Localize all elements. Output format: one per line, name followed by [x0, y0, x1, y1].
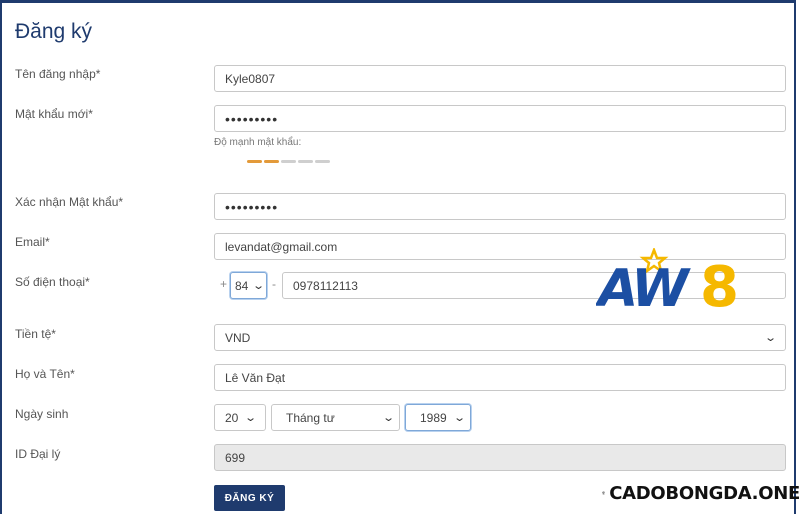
email-label: Email* [15, 235, 50, 249]
confirm-password-input[interactable]: ••••••••• [214, 193, 786, 220]
password-value: ••••••••• [225, 110, 279, 127]
aw8-logo-aw: AW [596, 259, 691, 314]
chevron-down-icon: ⌄ [243, 412, 257, 424]
phone-separator: - [272, 277, 276, 291]
password-strength-label: Độ mạnh mật khẩu: [214, 137, 302, 148]
password-label: Mật khẩu mới* [15, 107, 93, 121]
birth-day-value: 20 [225, 410, 239, 425]
birth-day-select[interactable]: 20 ⌄ [214, 404, 266, 431]
birthday-label: Ngày sinh [15, 407, 69, 421]
confirm-password-label: Xác nhận Mật khẩu* [15, 195, 124, 209]
email-value: levandat@gmail.com [225, 239, 338, 254]
birth-month-value: Tháng tư [286, 410, 335, 425]
strength-segment [315, 160, 330, 163]
full-name-value: Lê Văn Đạt [225, 370, 286, 385]
confirm-password-value: ••••••••• [225, 198, 279, 215]
agent-id-value: 699 [225, 450, 246, 465]
chevron-down-icon: ⌄ [381, 412, 395, 424]
phone-number-value: 0978112113 [293, 278, 358, 293]
page-title: Đăng ký [15, 20, 93, 43]
agent-id-label: ID Đại lý [15, 447, 61, 461]
password-input[interactable]: ••••••••• [214, 105, 786, 132]
agent-id-input: 699 [214, 444, 786, 471]
currency-value: VND [225, 330, 251, 345]
strength-segment [247, 160, 262, 163]
watermark-text: CADOBONGDA.ONE [609, 482, 800, 504]
birth-year-select[interactable]: 1989 ⌄ [405, 404, 471, 431]
strength-segment [298, 160, 313, 163]
phone-label: Số điện thoại* [15, 275, 90, 289]
currency-label: Tiền tệ* [15, 327, 56, 341]
chevron-down-icon: ⌄ [251, 280, 265, 292]
country-code-select[interactable]: 84 ⌄ [230, 272, 267, 299]
birth-month-select[interactable]: Tháng tư ⌄ [271, 404, 400, 431]
full-name-input[interactable]: Lê Văn Đạt [214, 364, 786, 391]
username-input[interactable]: Kyle0807 [214, 65, 786, 92]
birth-year-value: 1989 [420, 410, 447, 425]
strength-segment [264, 160, 279, 163]
currency-select[interactable]: VND ⌄ [214, 324, 786, 351]
username-label: Tên đăng nhập* [15, 67, 101, 81]
country-code-value: 84 [235, 278, 249, 293]
register-button[interactable]: ĐĂNG KÝ [214, 485, 285, 511]
password-strength-meter [247, 160, 330, 163]
phone-plus: + [220, 277, 228, 291]
watermark: CADOBONGDA.ONE [602, 472, 800, 514]
strength-segment [281, 160, 296, 163]
soccer-ball-icon [602, 491, 606, 495]
chevron-down-icon: ⌄ [452, 412, 466, 424]
full-name-label: Họ và Tên* [15, 367, 75, 381]
aw8-logo-8: 8 [700, 255, 739, 314]
chevron-down-icon: ⌄ [763, 332, 777, 344]
username-value: Kyle0807 [225, 71, 276, 86]
aw8-logo: AW 8 [596, 248, 739, 314]
